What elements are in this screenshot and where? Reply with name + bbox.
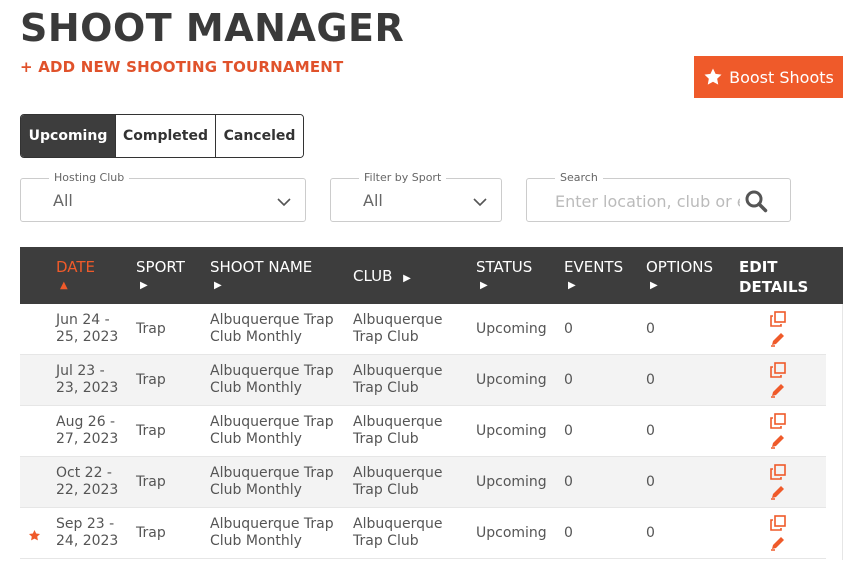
search-input[interactable] (553, 188, 742, 214)
search-icon[interactable] (744, 189, 768, 217)
column-sport[interactable]: SPORT ▶ (136, 257, 185, 295)
table-row: Aug 26 -27, 2023 Trap Albuquerque Trap Cl… (20, 406, 826, 457)
sport-cell: Trap (136, 525, 166, 541)
copy-icon[interactable] (770, 464, 786, 484)
column-shoot-name[interactable]: SHOOT NAME ▶ (210, 257, 312, 295)
boost-shoots-label: Boost Shoots (729, 67, 834, 87)
sport-filter-label: Filter by Sport (359, 171, 447, 184)
status-cell: Upcoming (476, 474, 547, 490)
date-cell: Jun 24 -25, 2023 (56, 312, 119, 345)
sport-filter-select[interactable]: Filter by Sport All (330, 171, 502, 222)
column-events[interactable]: EVENTS ▶ (564, 257, 623, 295)
events-cell: 0 (564, 474, 573, 490)
copy-icon[interactable] (770, 311, 786, 331)
sport-filter-value: All (363, 191, 383, 210)
pencil-icon[interactable] (770, 484, 786, 504)
column-events-label: EVENTS (564, 258, 624, 276)
events-cell: 0 (564, 423, 573, 439)
column-status-label: STATUS (476, 258, 533, 276)
club-cell: Albuquerque Trap Club (353, 363, 443, 396)
events-cell: 0 (564, 321, 573, 337)
status-cell: Upcoming (476, 423, 547, 439)
star-icon (703, 67, 723, 87)
table-header: DATE ▲ SPORT ▶ SHOOT NAME ▶ CLUB ▶ STATU… (20, 247, 843, 304)
sport-cell: Trap (136, 474, 166, 490)
copy-icon[interactable] (770, 362, 786, 382)
column-date[interactable]: DATE ▲ (56, 257, 95, 295)
copy-icon[interactable] (770, 515, 786, 535)
options-cell: 0 (646, 525, 655, 541)
table-row: Sep 23 -24, 2023 Trap Albuquerque Trap Cl… (20, 508, 826, 559)
sort-up-icon: ▲ (60, 280, 68, 291)
table-row: Jul 23 -23, 2023 Trap Albuquerque Trap Cl… (20, 355, 826, 406)
tab-canceled[interactable]: Canceled (216, 115, 303, 157)
chevron-down-icon (277, 194, 291, 213)
options-cell: 0 (646, 372, 655, 388)
shoot-name-cell: Albuquerque Trap Club Monthly (210, 516, 334, 549)
search-label: Search (555, 171, 603, 184)
club-cell: Albuquerque Trap Club (353, 312, 443, 345)
copy-icon[interactable] (770, 413, 786, 433)
column-options-label: OPTIONS (646, 258, 713, 276)
shoot-name-cell: Albuquerque Trap Club Monthly (210, 363, 334, 396)
shoot-name-cell: Albuquerque Trap Club Monthly (210, 465, 334, 498)
column-sport-label: SPORT (136, 258, 185, 276)
shoots-table: DATE ▲ SPORT ▶ SHOOT NAME ▶ CLUB ▶ STATU… (20, 247, 843, 559)
column-edit-details: EDIT DETAILS (739, 258, 809, 296)
hosting-club-value: All (53, 191, 73, 210)
column-status[interactable]: STATUS ▶ (476, 257, 532, 295)
search-field: Search (526, 171, 791, 222)
events-cell: 0 (564, 372, 573, 388)
date-cell: Jul 23 -23, 2023 (56, 363, 119, 396)
table-right-border (842, 304, 843, 560)
column-options[interactable]: OPTIONS ▶ (646, 257, 713, 295)
tab-completed[interactable]: Completed (116, 115, 216, 157)
shoot-name-cell: Albuquerque Trap Club Monthly (210, 312, 334, 345)
column-club[interactable]: CLUB ▶ (353, 266, 411, 289)
chevron-down-icon (473, 194, 487, 213)
tab-upcoming[interactable]: Upcoming (21, 115, 116, 157)
sport-cell: Trap (136, 372, 166, 388)
options-cell: 0 (646, 321, 655, 337)
add-tournament-link[interactable]: + ADD NEW SHOOTING TOURNAMENT (20, 58, 344, 76)
sort-right-icon: ▶ (140, 280, 148, 291)
column-date-label: DATE (56, 258, 96, 276)
page-title: SHOOT MANAGER (20, 6, 405, 50)
options-cell: 0 (646, 474, 655, 490)
column-shoot-name-label: SHOOT NAME (210, 258, 313, 276)
events-cell: 0 (564, 525, 573, 541)
club-cell: Albuquerque Trap Club (353, 465, 443, 498)
club-cell: Albuquerque Trap Club (353, 414, 443, 447)
table-row: Jun 24 -25, 2023 Trap Albuquerque Trap Cl… (20, 304, 826, 355)
sort-right-icon: ▶ (568, 280, 576, 291)
sport-cell: Trap (136, 321, 166, 337)
sort-right-icon: ▶ (403, 273, 411, 284)
club-cell: Albuquerque Trap Club (353, 516, 443, 549)
sort-right-icon: ▶ (214, 280, 222, 291)
options-cell: 0 (646, 423, 655, 439)
shoot-name-cell: Albuquerque Trap Club Monthly (210, 414, 334, 447)
pencil-icon[interactable] (770, 331, 786, 351)
hosting-club-select[interactable]: Hosting Club All (20, 171, 306, 222)
sort-right-icon: ▶ (480, 280, 488, 291)
status-cell: Upcoming (476, 321, 547, 337)
star-icon (28, 527, 41, 546)
status-cell: Upcoming (476, 525, 547, 541)
hosting-club-label: Hosting Club (49, 171, 130, 184)
sort-right-icon: ▶ (650, 280, 658, 291)
status-cell: Upcoming (476, 372, 547, 388)
column-club-label: CLUB (353, 267, 393, 285)
date-cell: Oct 22 -22, 2023 (56, 465, 119, 498)
sport-cell: Trap (136, 423, 166, 439)
pencil-icon[interactable] (770, 433, 786, 453)
table-row: Oct 22 -22, 2023 Trap Albuquerque Trap Cl… (20, 457, 826, 508)
date-cell: Sep 23 -24, 2023 (56, 516, 119, 549)
boost-shoots-button[interactable]: Boost Shoots (694, 56, 843, 98)
date-cell: Aug 26 -27, 2023 (56, 414, 119, 447)
status-tabs: Upcoming Completed Canceled (20, 114, 304, 158)
pencil-icon[interactable] (770, 382, 786, 402)
pencil-icon[interactable] (770, 535, 786, 555)
